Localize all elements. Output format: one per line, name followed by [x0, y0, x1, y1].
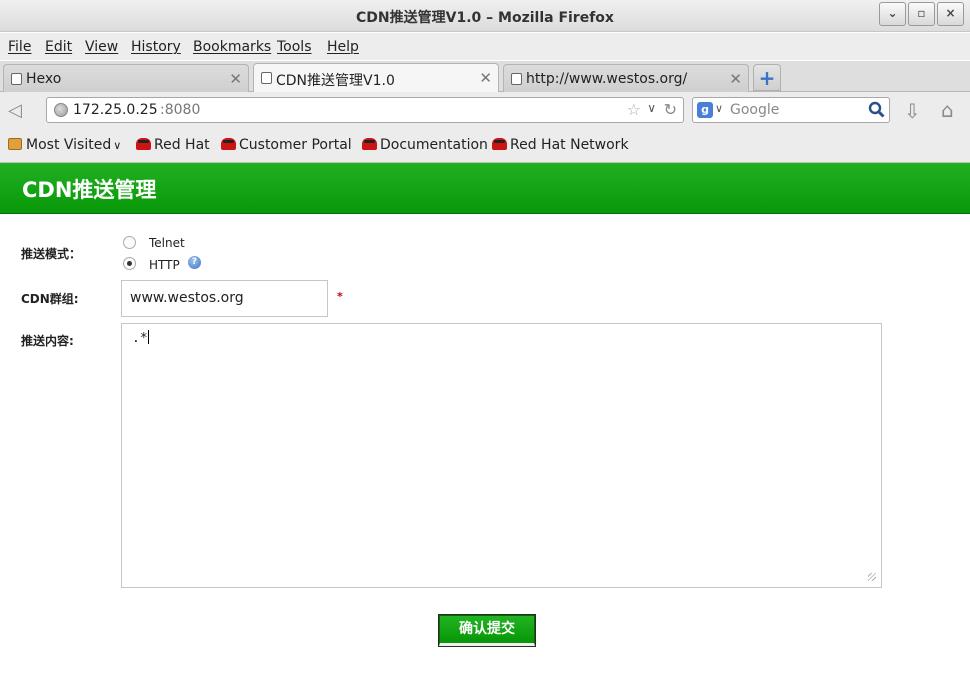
minimize-icon: ⌄ [887, 6, 898, 20]
folder-icon [8, 138, 22, 150]
navigation-toolbar: ◁ 172.25.0.25 :8080 ☆ ∨ ↻ g ∨ Google ⇩ ⌂ [0, 92, 970, 129]
home-icon[interactable]: ⌂ [941, 98, 954, 122]
url-host: 172.25.0.25 [73, 102, 158, 118]
tab-cdn[interactable]: CDN推送管理V1.0 ✕ [253, 63, 499, 92]
menu-history[interactable]: History [131, 39, 181, 55]
google-icon[interactable]: g [697, 102, 713, 118]
window-title: CDN推送管理V1.0 – Mozilla Firefox [356, 10, 614, 26]
new-tab-button[interactable]: + [753, 64, 781, 91]
url-port: :8080 [160, 102, 201, 118]
menu-tools[interactable]: Tools [277, 39, 312, 55]
cdn-group-input[interactable]: www.westos.org [121, 280, 328, 317]
bookmark-label: Red Hat Network [510, 137, 629, 153]
page-icon [261, 72, 272, 84]
minimize-button[interactable]: ⌄ [879, 2, 906, 26]
tab-label: Hexo [26, 71, 62, 87]
page-title: CDN推送管理 [22, 178, 157, 202]
group-label: CDN群组: [21, 292, 79, 306]
page-banner: CDN推送管理 [0, 163, 970, 214]
chevron-down-icon[interactable]: ∨ [715, 102, 723, 115]
menu-bookmarks[interactable]: Bookmarks [193, 39, 271, 55]
back-icon[interactable]: ◁ [8, 100, 22, 121]
textarea-value: .* [132, 331, 148, 346]
bookmark-red-hat-network[interactable]: Red Hat Network [492, 137, 629, 153]
radio-http-label[interactable]: HTTP [149, 258, 180, 272]
bookmark-label: Customer Portal [239, 137, 352, 153]
search-icon[interactable] [868, 101, 885, 118]
required-mark: * [337, 290, 343, 303]
redhat-icon [221, 138, 236, 150]
content-label: 推送内容: [21, 334, 74, 348]
bookmark-label: Red Hat [154, 137, 210, 153]
close-icon[interactable]: ✕ [479, 69, 492, 87]
redhat-icon [362, 138, 377, 150]
tab-westos[interactable]: http://www.westos.org/ ✕ [503, 64, 749, 92]
redhat-icon [492, 138, 507, 150]
bookmark-label: Most Visited [26, 137, 112, 153]
tab-bar: Hexo ✕ CDN推送管理V1.0 ✕ http://www.westos.o… [0, 61, 970, 92]
maximize-button[interactable]: ▫ [908, 2, 935, 26]
download-icon[interactable]: ⇩ [904, 99, 921, 123]
menu-bar: File Edit View History Bookmarks Tools H… [0, 33, 970, 60]
menu-edit[interactable]: Edit [45, 39, 72, 55]
title-bar: CDN推送管理V1.0 – Mozilla Firefox ⌄ ▫ × [0, 0, 970, 32]
reload-icon[interactable]: ↻ [664, 100, 677, 119]
page-icon [11, 73, 22, 85]
menu-help[interactable]: Help [327, 39, 359, 55]
menu-file[interactable]: File [8, 39, 31, 55]
text-caret [147, 330, 149, 344]
search-placeholder: Google [730, 102, 780, 118]
bookmark-most-visited[interactable]: Most Visited ∨ [8, 137, 121, 153]
bookmark-documentation[interactable]: Documentation [362, 137, 488, 153]
search-bar[interactable]: g ∨ Google [692, 97, 890, 123]
maximize-icon: ▫ [917, 6, 926, 20]
bookmark-label: Documentation [380, 137, 488, 153]
tab-hexo[interactable]: Hexo ✕ [3, 64, 249, 92]
plus-icon: + [758, 66, 776, 90]
window-controls: ⌄ ▫ × [877, 2, 964, 26]
bookmarks-toolbar: Most Visited ∨ Red Hat Customer Portal Do… [0, 129, 970, 163]
mode-label: 推送模式： [21, 247, 82, 261]
close-icon[interactable]: ✕ [229, 70, 242, 88]
chevron-down-icon[interactable]: ∨ [647, 101, 656, 115]
radio-telnet[interactable] [123, 236, 136, 249]
help-icon[interactable]: ? [188, 256, 201, 269]
tab-label: CDN推送管理V1.0 [276, 73, 395, 89]
star-icon[interactable]: ☆ [627, 100, 641, 119]
submit-button[interactable]: 确认提交 [438, 614, 536, 647]
tab-label: http://www.westos.org/ [526, 71, 688, 87]
close-icon[interactable]: ✕ [729, 70, 742, 88]
radio-telnet-label[interactable]: Telnet [149, 236, 185, 250]
bookmark-customer-portal[interactable]: Customer Portal [221, 137, 352, 153]
page-content: CDN推送管理 推送模式： Telnet HTTP ? CDN群组: www.w… [0, 163, 970, 674]
redhat-icon [136, 138, 151, 150]
radio-http[interactable] [123, 257, 136, 270]
url-bar[interactable]: 172.25.0.25 :8080 ☆ ∨ ↻ [46, 97, 684, 123]
chevron-down-icon: ∨ [113, 139, 122, 152]
resize-grip-icon[interactable] [868, 573, 876, 581]
firefox-window: CDN推送管理V1.0 – Mozilla Firefox ⌄ ▫ × File… [0, 0, 970, 674]
page-icon [511, 73, 522, 85]
globe-icon [54, 103, 68, 117]
bookmark-red-hat[interactable]: Red Hat [136, 137, 210, 153]
close-window-button[interactable]: × [937, 2, 964, 26]
push-content-textarea[interactable]: .* [121, 323, 882, 588]
menu-view[interactable]: View [85, 39, 118, 55]
close-icon: × [945, 6, 956, 20]
